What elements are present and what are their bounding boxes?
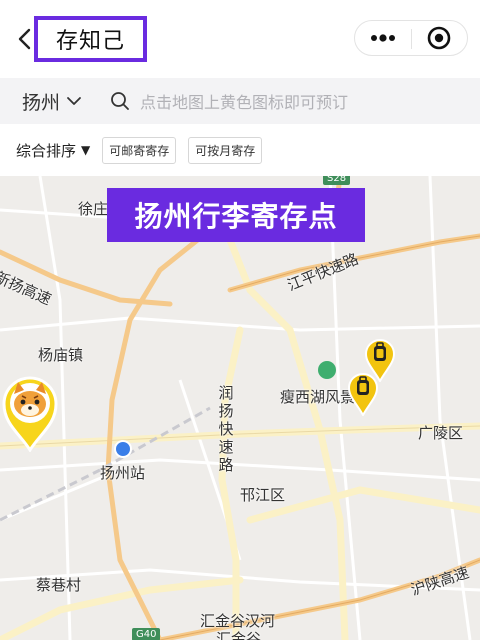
banner-text: 扬州行李寄存点 [134, 200, 338, 233]
page-title: 存知己 [55, 29, 125, 54]
map-label-yangmiao: 杨庙镇 [38, 346, 84, 364]
mini-program-capsule [354, 20, 468, 56]
search-placeholder: 点击地图上黄色图标即可预订 [140, 93, 349, 112]
search-strip: 扬州 点击地图上黄色图标即可预订 [0, 78, 480, 124]
sort-label: 综合排序 [16, 141, 77, 160]
map-view[interactable]: S28 G40 徐庄 新扬高速 江平快速路 杨庙镇 润扬快速路 瘦西湖风景区 广… [0, 176, 480, 640]
map-label-huijin-2: 汇金谷 [216, 630, 262, 640]
highway-shield-s28: S28 [323, 176, 351, 185]
map-label-hanjiang: 邗江区 [240, 486, 286, 504]
city-label: 扬州 [22, 91, 61, 114]
map-label-runyang-expressway: 润扬快速路 [218, 384, 234, 474]
mascot-location-pin[interactable] [0, 374, 60, 452]
map-roads [0, 176, 480, 640]
city-selector[interactable]: 扬州 [0, 78, 96, 124]
search-input[interactable]: 点击地图上黄色图标即可预订 [96, 78, 480, 124]
more-dots-icon [370, 34, 395, 42]
luggage-pin-2[interactable] [347, 372, 379, 416]
caret-down-icon: ▼ [81, 143, 91, 157]
highway-shield-g40: G40 [132, 628, 161, 640]
title-highlight-box: 存知己 [34, 16, 147, 62]
search-icon [111, 92, 129, 110]
map-label-guangling: 广陵区 [418, 424, 464, 442]
map-label-caixiang: 蔡巷村 [36, 576, 82, 594]
chevron-down-icon [67, 97, 81, 105]
promo-banner: 扬州行李寄存点 [107, 188, 365, 242]
filter-chip-mail[interactable]: 可邮寄寄存 [102, 136, 177, 164]
scenic-spot-icon [318, 361, 336, 379]
target-circle-icon [427, 26, 451, 50]
close-button[interactable] [412, 21, 468, 55]
filter-chip-monthly[interactable]: 可按月寄存 [188, 136, 263, 164]
more-button[interactable] [355, 21, 411, 55]
map-label-yangzhou-station: 扬州站 [100, 464, 146, 482]
filter-row: 综合排序 ▼ 可邮寄寄存 可按月寄存 [0, 124, 480, 176]
map-label-xuzhuang: 徐庄 [78, 200, 109, 218]
sort-dropdown[interactable]: 综合排序 ▼ [16, 140, 90, 161]
train-station-icon [114, 440, 132, 458]
navigation-bar: 存知己 [0, 0, 480, 78]
